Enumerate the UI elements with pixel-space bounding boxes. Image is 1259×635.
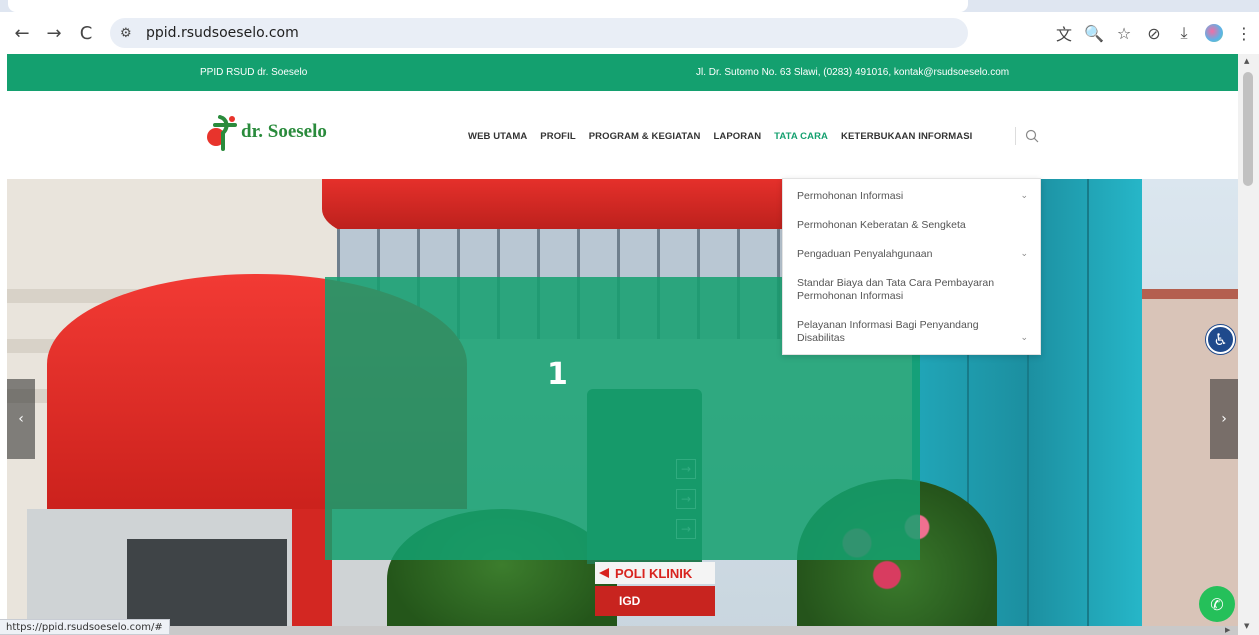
active-tab[interactable] [8, 0, 968, 12]
reload-icon[interactable]: C [72, 19, 100, 47]
page-viewport: PPID RSUD dr. Soeselo Jl. Dr. Sutomo No.… [7, 54, 1238, 635]
dropdown-item-label: Permohonan Informasi [797, 190, 904, 202]
dropdown-item-label: Pengaduan Penyalahgunaan [797, 248, 933, 260]
scroll-down-icon[interactable]: ▼ [1244, 622, 1249, 630]
status-bar-url: https://ppid.rsudsoeselo.com/# [0, 619, 170, 635]
logo-mark-icon [205, 113, 239, 151]
address-bar[interactable]: ⚙ ppid.rsudsoeselo.com [110, 18, 968, 48]
menu-item-profil[interactable]: PROFIL [540, 131, 575, 142]
zoom-icon[interactable]: 🔍 [1079, 18, 1109, 48]
whatsapp-chat-button[interactable]: ✆ [1199, 586, 1235, 622]
chevron-down-icon: ⌄ [1020, 333, 1028, 343]
scrollbar-thumb[interactable] [1243, 72, 1253, 186]
site-logo[interactable]: dr. Soeselo [205, 113, 327, 151]
sign-poli-klinik: POLI KLINIK [595, 562, 715, 584]
scroll-up-icon[interactable]: ▲ [1244, 57, 1249, 65]
avatar [1205, 24, 1223, 42]
logo-text: dr. Soeselo [241, 121, 327, 142]
menu-item-program-kegiatan[interactable]: PROGRAM & KEGIATAN [589, 131, 701, 142]
dropdown-item-pelayanan-disabilitas[interactable]: Pelayanan Informasi Bagi Penyandang Disa… [783, 319, 1040, 345]
translate-icon[interactable]: 文 [1049, 18, 1079, 48]
contact-info-text: Jl. Dr. Sutomo No. 63 Slawi, (0283) 4910… [696, 67, 1010, 78]
tata-cara-dropdown: Permohonan Informasi ⌄ Permohonan Kebera… [782, 178, 1041, 355]
site-name-text: PPID RSUD dr. Soeselo [200, 67, 308, 78]
download-icon[interactable]: ⤓ [1169, 18, 1199, 48]
accessibility-button[interactable]: ♿ [1206, 325, 1235, 354]
address-bar-url[interactable]: ppid.rsudsoeselo.com [146, 25, 299, 41]
dropdown-item-label: Permohonan Keberatan & Sengketa [797, 219, 966, 231]
hero-slider: → → → POLI KLINIK IGD 1 ‹ › [7, 179, 1238, 635]
menu-item-tata-cara[interactable]: TATA CARA [774, 131, 828, 142]
top-info-bar: PPID RSUD dr. Soeselo Jl. Dr. Sutomo No.… [7, 54, 1238, 91]
menu-item-laporan[interactable]: LAPORAN [714, 131, 762, 142]
menu-item-keterbukaan-informasi[interactable]: KETERBUKAAN INFORMASI [841, 131, 972, 142]
scroll-right-icon[interactable]: ▶ [1225, 626, 1230, 634]
dropdown-item-label: Standar Biaya dan Tata Cara Pembayaran P… [797, 277, 995, 302]
toolbar-actions: 文 🔍 ☆ ⊘ ⤓ ⋮ [1049, 18, 1259, 48]
site-header: dr. Soeselo WEB UTAMA PROFIL PROGRAM & K… [7, 91, 1238, 179]
main-menu: WEB UTAMA PROFIL PROGRAM & KEGIATAN LAPO… [468, 131, 985, 142]
slider-prev-button[interactable]: ‹ [7, 379, 35, 459]
dropdown-item-permohonan-keberatan[interactable]: Permohonan Keberatan & Sengketa [783, 219, 1040, 232]
menu-divider [1015, 127, 1016, 145]
sign-igd: IGD [595, 586, 715, 616]
slide-number: 1 [547, 357, 568, 392]
browser-menu-icon[interactable]: ⋮ [1229, 18, 1259, 48]
dropdown-item-standar-biaya[interactable]: Standar Biaya dan Tata Cara Pembayaran P… [783, 277, 1040, 303]
forward-icon[interactable]: → [40, 19, 68, 47]
bookmark-star-icon[interactable]: ☆ [1109, 18, 1139, 48]
slider-next-button[interactable]: › [1210, 379, 1238, 459]
tower-line [1087, 179, 1089, 635]
browser-tabstrip [0, 0, 1259, 12]
chevron-down-icon: ⌄ [1020, 249, 1028, 259]
profile-avatar[interactable] [1199, 18, 1229, 48]
menu-item-web-utama[interactable]: WEB UTAMA [468, 131, 527, 142]
dropdown-item-pengaduan-penyalahgunaan[interactable]: Pengaduan Penyalahgunaan ⌄ [783, 248, 1040, 261]
back-icon[interactable]: ← [8, 19, 36, 47]
dropdown-item-permohonan-informasi[interactable]: Permohonan Informasi ⌄ [783, 190, 1040, 203]
horizontal-scrollbar[interactable] [0, 626, 1238, 635]
search-icon[interactable] [1025, 129, 1039, 143]
site-settings-icon[interactable]: ⚙ [120, 26, 142, 41]
extensions-icon[interactable]: ⊘ [1139, 18, 1169, 48]
dropdown-item-label: Pelayanan Informasi Bagi Penyandang Disa… [797, 319, 979, 344]
vertical-scrollbar[interactable]: ▲ ▼ [1238, 54, 1259, 635]
chevron-down-icon: ⌄ [1020, 191, 1028, 201]
browser-toolbar: ← → C ⚙ ppid.rsudsoeselo.com 文 🔍 ☆ ⊘ ⤓ ⋮ [0, 12, 1259, 54]
